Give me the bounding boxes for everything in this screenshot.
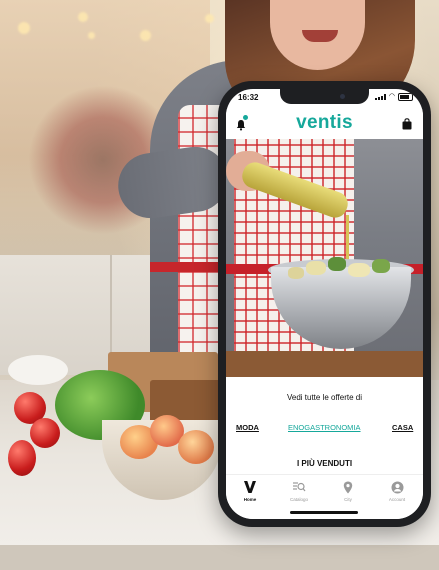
hero-board	[226, 351, 423, 377]
tomato	[8, 440, 36, 476]
offers-title: Vedi tutte le offerte di	[286, 393, 362, 402]
phone-screen: 16:32 ◠ ventis Vedi tutte le offerte di …	[226, 89, 423, 519]
tab-catalogo[interactable]: Catalogo	[279, 479, 319, 502]
tab-city[interactable]: City	[328, 479, 368, 502]
v-logo-icon	[230, 479, 270, 495]
signal-icon	[374, 94, 386, 100]
bokeh-light	[78, 12, 88, 22]
counter-edge	[0, 545, 439, 570]
category-link-moda[interactable]: MODA	[236, 423, 259, 432]
bokeh-light	[18, 22, 30, 34]
location-pin-icon	[328, 479, 368, 495]
tab-home[interactable]: Home	[230, 479, 270, 502]
category-link-enogastronomia[interactable]: ENOGASTRONOMIA	[288, 423, 361, 432]
account-icon	[377, 479, 417, 495]
hero-image[interactable]	[226, 139, 423, 377]
vegetable	[328, 257, 346, 271]
phone-notch	[280, 89, 369, 104]
tab-label: City	[344, 497, 352, 502]
vegetable	[372, 259, 390, 273]
app-header: ventis	[226, 109, 423, 139]
catalog-search-icon	[279, 479, 319, 495]
tab-account[interactable]: Account	[377, 479, 417, 502]
bokeh-light	[88, 32, 95, 39]
peach	[178, 430, 214, 464]
phone-mockup: 16:32 ◠ ventis Vedi tutte le offerte di …	[218, 81, 431, 527]
plate	[8, 355, 68, 385]
tab-label: Home	[243, 497, 257, 502]
app-logo: ventis	[296, 112, 353, 133]
home-indicator[interactable]	[290, 511, 358, 514]
shopping-bag-icon[interactable]	[401, 117, 413, 130]
wifi-icon: ◠	[388, 93, 395, 100]
best-sellers-heading: I PIÙ VENDUTI	[296, 459, 353, 468]
tab-label: Catalogo	[289, 497, 308, 502]
bokeh-light	[205, 14, 214, 23]
battery-icon	[398, 93, 413, 101]
tomato	[30, 418, 60, 448]
category-links: MODA ENOGASTRONOMIA CASA	[236, 423, 416, 435]
bokeh-light	[140, 30, 151, 41]
vegetable	[306, 261, 326, 275]
front-camera	[340, 94, 345, 99]
vegetable	[348, 263, 370, 277]
tab-label: Account	[388, 497, 406, 502]
status-icons: ◠	[374, 93, 413, 101]
status-time: 16:32	[238, 93, 259, 102]
category-link-casa[interactable]: CASA	[392, 423, 413, 432]
vegetable	[288, 267, 304, 279]
